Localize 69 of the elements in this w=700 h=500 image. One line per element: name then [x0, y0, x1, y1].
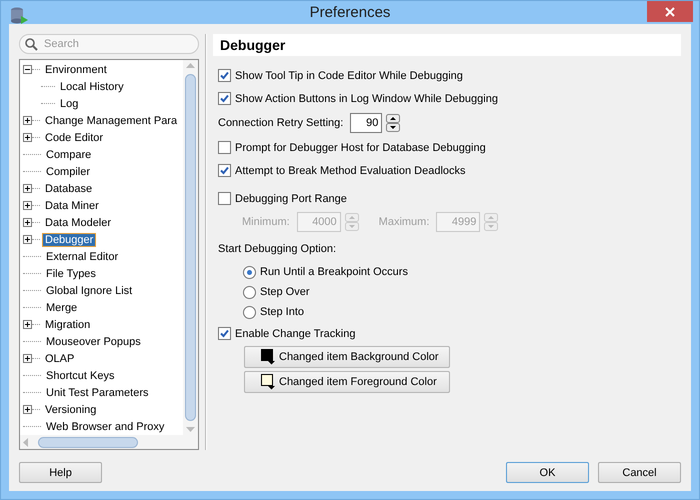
- tree-item[interactable]: OLAP: [43, 352, 76, 364]
- checkbox[interactable]: [218, 92, 231, 105]
- search-field[interactable]: Search: [19, 34, 199, 54]
- field-label: Connection Retry Setting:: [218, 117, 344, 129]
- tree-item[interactable]: Local History: [58, 80, 126, 92]
- tree-item[interactable]: Debugger: [43, 234, 96, 246]
- checkbox-label: Enable Change Tracking: [235, 328, 356, 340]
- window-title: Preferences: [310, 4, 390, 21]
- tree-item[interactable]: Compare: [44, 148, 94, 160]
- radio-label: Step Over: [260, 286, 310, 298]
- close-icon: [665, 6, 675, 16]
- close-button[interactable]: [647, 1, 693, 22]
- tree-item[interactable]: Change Management Para: [43, 114, 180, 126]
- radio-button[interactable]: [243, 286, 256, 298]
- checkbox[interactable]: [218, 164, 231, 177]
- expand-icon[interactable]: [23, 354, 32, 363]
- radio-label: Step Into: [260, 306, 304, 318]
- tree-item[interactable]: Mouseover Popups: [44, 336, 143, 348]
- radio-button[interactable]: [243, 306, 256, 318]
- ok-button[interactable]: OK: [506, 462, 589, 483]
- expand-icon[interactable]: [23, 201, 32, 210]
- search-icon: [25, 38, 38, 51]
- tree-item[interactable]: Data Modeler: [43, 216, 114, 228]
- tree-item[interactable]: Unit Test Parameters: [44, 386, 151, 398]
- tree-item[interactable]: Shortcut Keys: [44, 370, 116, 382]
- help-button[interactable]: Help: [19, 462, 102, 483]
- checkbox[interactable]: [218, 141, 231, 154]
- expand-icon[interactable]: [23, 184, 32, 193]
- tree-item[interactable]: External Editor: [44, 250, 120, 262]
- tree-item[interactable]: Database: [43, 182, 94, 194]
- tree-item[interactable]: Versioning: [43, 404, 98, 416]
- number-field[interactable]: 90: [350, 113, 382, 133]
- section-label: Start Debugging Option:: [218, 243, 336, 255]
- tree-item[interactable]: Environment: [43, 64, 109, 76]
- collapse-icon[interactable]: [23, 65, 32, 74]
- tree-item[interactable]: Merge: [44, 302, 80, 314]
- expand-icon[interactable]: [23, 133, 32, 142]
- color-button[interactable]: Changed item Background Color: [244, 346, 450, 368]
- checkbox-label: Show Action Buttons in Log Window While Debugging: [235, 92, 498, 104]
- spinner-arrows-icon[interactable]: [386, 114, 400, 132]
- database-icon: [9, 6, 29, 26]
- expand-icon[interactable]: [23, 235, 32, 244]
- radio-button[interactable]: [243, 266, 256, 278]
- panel-title: Debugger: [213, 34, 681, 56]
- tree-item[interactable]: File Types: [44, 268, 98, 280]
- field-label: Maximum:: [378, 216, 430, 228]
- checkbox[interactable]: [218, 69, 231, 82]
- checkbox-label: Prompt for Debugger Host for Database Debugging: [235, 142, 486, 154]
- horizontal-scrollbar[interactable]: [20, 435, 198, 449]
- tree-item[interactable]: Compiler: [44, 166, 92, 178]
- color-button[interactable]: Changed item Foreground Color: [244, 371, 450, 393]
- tree-item[interactable]: Log: [58, 98, 80, 110]
- tree-item[interactable]: Data Miner: [43, 200, 101, 212]
- tree-item[interactable]: Web Browser and Proxy: [44, 420, 166, 432]
- checkbox-label: Show Tool Tip in Code Editor While Debugging: [235, 70, 463, 82]
- tree-item[interactable]: Migration: [43, 318, 92, 330]
- expand-icon[interactable]: [23, 405, 32, 414]
- expand-icon[interactable]: [23, 218, 32, 227]
- checkbox[interactable]: [218, 327, 231, 340]
- checkbox-label: Debugging Port Range: [235, 192, 347, 204]
- field-label: Minimum:: [242, 216, 290, 228]
- tree-item[interactable]: Code Editor: [43, 132, 106, 144]
- cancel-button[interactable]: Cancel: [598, 462, 681, 483]
- checkbox[interactable]: [218, 192, 231, 205]
- expand-icon[interactable]: [23, 116, 32, 125]
- radio-label: Run Until a Breakpoint Occurs: [260, 266, 408, 278]
- tree-item[interactable]: Global Ignore List: [44, 284, 134, 296]
- checkbox-label: Attempt to Break Method Evaluation Deadlocks: [235, 164, 466, 176]
- expand-icon[interactable]: [23, 320, 32, 329]
